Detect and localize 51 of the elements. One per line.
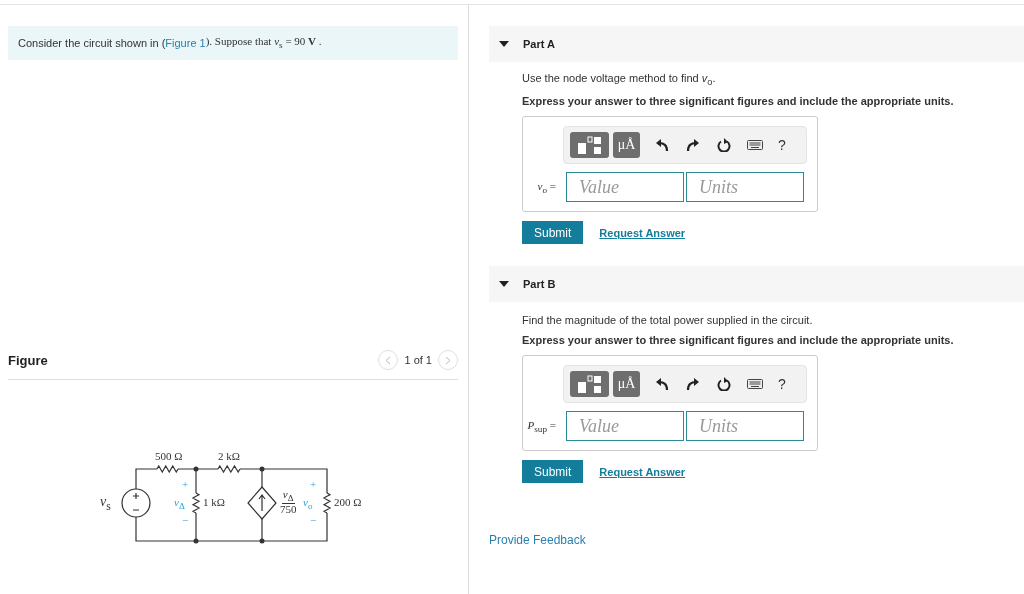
voltage-label: v$_{Δ}$ — [174, 497, 185, 512]
polarity-sign: + — [310, 479, 317, 490]
resistor-label: 200 Ω — [334, 497, 362, 508]
help-button[interactable]: ? — [770, 132, 794, 159]
part-header[interactable]: Part B — [489, 266, 1024, 303]
request-answer-link[interactable]: Request Answer — [599, 226, 686, 239]
instruction-text: Express your answer to three significant figures and include the appropriate units. — [522, 334, 955, 347]
request-answer-link[interactable]: Request Answer — [599, 465, 686, 478]
submit-button[interactable]: Submit — [522, 460, 584, 484]
polarity-sign: − — [310, 515, 317, 526]
figure-link[interactable]: Figure 1 — [165, 37, 206, 49]
page-indicator: 1 of 1 — [404, 354, 432, 366]
question-text: Find the magnitude of the total power supplied in the circuit. — [522, 314, 814, 327]
units-field[interactable]: Units — [686, 411, 804, 442]
resistor-label: 500 Ω — [155, 451, 183, 462]
chevron-right-icon — [445, 355, 451, 365]
undo-icon[interactable] — [654, 377, 669, 392]
value-field[interactable]: Value — [566, 172, 684, 203]
help-button[interactable]: ? — [770, 371, 794, 398]
figure-title: Figure — [8, 352, 48, 368]
polarity-sign: − — [182, 515, 189, 526]
variable-label: v$_{o}$ = — [537, 179, 556, 195]
source-label: v$_{s}$ — [100, 495, 111, 513]
instruction-text: Express your answer to three significant figures and include the appropriate units. — [522, 95, 955, 108]
polarity-sign: + — [182, 479, 189, 490]
value-field[interactable]: Value — [566, 411, 684, 442]
problem-statement: Consider the circuit shown in (Figure 1). Suppose that v$_{s}$ = 90 V . — [8, 26, 458, 60]
units-field[interactable]: Units — [686, 172, 804, 203]
submit-button[interactable]: Submit — [522, 221, 584, 245]
reset-icon[interactable] — [716, 377, 731, 392]
templates-icon — [577, 374, 602, 394]
templates-button[interactable] — [570, 371, 609, 398]
redo-icon[interactable] — [685, 138, 700, 153]
part-header[interactable]: Part A — [489, 26, 1024, 62]
units-button[interactable]: μÅ — [613, 371, 640, 398]
keyboard-icon[interactable] — [746, 377, 763, 392]
variable-label: P$_{sup}$ = — [527, 418, 556, 434]
resistor-label: 1 kΩ — [203, 497, 225, 508]
resistor-label: 2 kΩ — [218, 451, 240, 462]
units-button[interactable]: μÅ — [613, 132, 640, 159]
voltage-label: v$_{o}$ — [303, 497, 313, 512]
redo-icon[interactable] — [685, 377, 700, 392]
chevron-left-icon — [385, 355, 392, 365]
templates-icon — [577, 135, 602, 155]
question-text: Use the node voltage method to find v$_{o}$. — [522, 72, 717, 88]
keyboard-icon[interactable] — [746, 138, 763, 153]
source-gain-label: v$_{Δ}$ 750 — [280, 489, 297, 516]
reset-icon[interactable] — [716, 138, 731, 153]
templates-button[interactable] — [570, 132, 609, 159]
feedback-link[interactable]: Provide Feedback — [489, 533, 586, 548]
undo-icon[interactable] — [654, 138, 669, 153]
